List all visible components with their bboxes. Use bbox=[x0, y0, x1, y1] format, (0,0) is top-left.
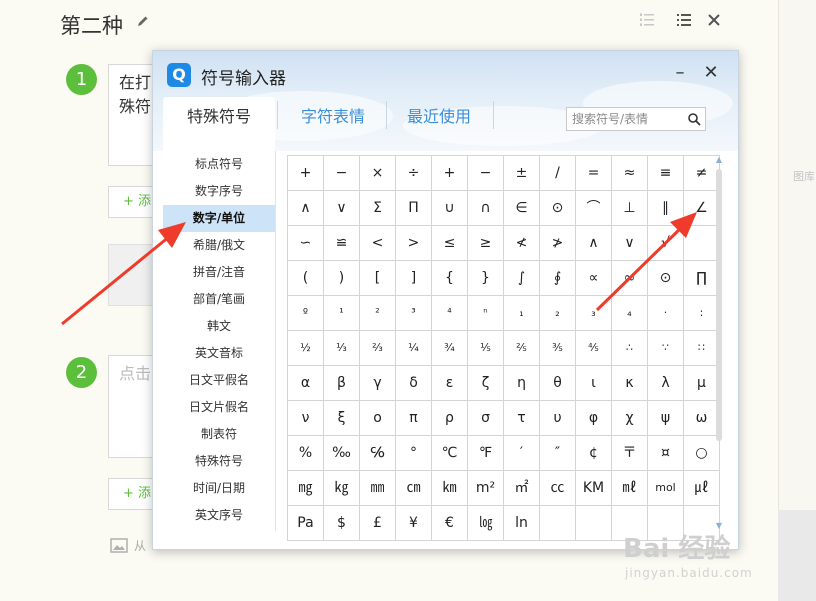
annotation-arrows bbox=[61, 212, 697, 326]
watermark-url: jingyan.baidu.com bbox=[625, 566, 753, 580]
watermark-logo: Bai 经验 bbox=[623, 534, 731, 564]
